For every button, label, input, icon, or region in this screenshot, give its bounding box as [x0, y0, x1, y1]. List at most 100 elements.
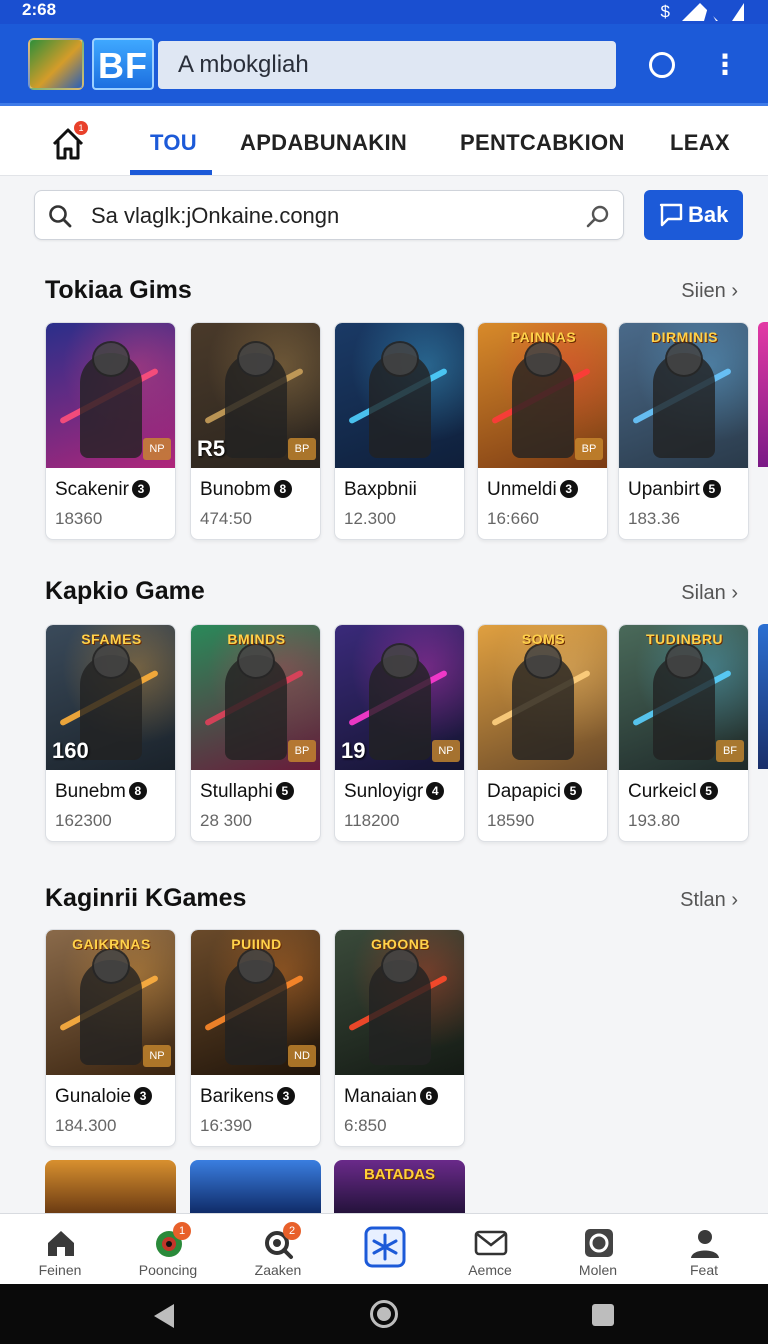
card-peek-edge[interactable]	[758, 322, 768, 467]
tab-tou[interactable]: TOU	[150, 130, 197, 156]
game-card[interactable]: BMINDS BP Stullaphi 5 28 300	[190, 624, 321, 842]
card-peek[interactable]	[45, 1160, 176, 1214]
nav-item-camera[interactable]: Molen	[543, 1214, 653, 1285]
game-card-artwork: GAIKRNAS NP	[46, 930, 175, 1075]
game-card[interactable]: SOMS Dapapici 5 18590	[477, 624, 608, 842]
game-card[interactable]: GЮONB Manaian 6 6:850	[334, 929, 465, 1147]
game-card-count: 193.80	[628, 811, 680, 830]
game-card-rank-badge: 3	[131, 480, 150, 498]
game-card-artwork: 19 NP	[335, 625, 464, 770]
game-card-artwork: R5 BP	[191, 323, 320, 468]
game-card-corner-label: R5	[197, 436, 226, 461]
game-card[interactable]: Baxpbnii 12.300	[334, 322, 465, 540]
search-submit-icon[interactable]	[585, 203, 611, 229]
star-icon	[364, 1226, 406, 1268]
nav-item-profile[interactable]: Feat	[649, 1214, 759, 1285]
search-icon	[49, 205, 72, 228]
nav-item-mail[interactable]: Aemce	[435, 1214, 545, 1285]
game-card-title-row: Baxpbnii	[344, 479, 417, 501]
card-peek-edge[interactable]	[758, 624, 768, 769]
game-card-tag: NP	[432, 740, 460, 762]
game-card-artwork	[335, 323, 464, 468]
game-card-banner: GЮONB	[371, 936, 430, 952]
card-peek[interactable]	[190, 1160, 321, 1214]
system-back-icon[interactable]	[154, 1304, 174, 1328]
search-field[interactable]: Sa vlaglk:jOnkaine.congn	[34, 190, 624, 240]
game-card-title: Bunobm	[200, 479, 271, 500]
app-thumbnail[interactable]	[28, 38, 84, 90]
game-card[interactable]: GAIKRNAS NP Gunaloie 3 184.300	[45, 929, 176, 1147]
game-card-banner: SFAMES	[81, 631, 142, 647]
game-card[interactable]: NP Scakenir 3 18360	[45, 322, 176, 540]
game-card[interactable]: DIRMINIS Upanbirt 5 183.36	[618, 322, 749, 540]
app-title-field[interactable]: A mbokgliah	[158, 41, 616, 89]
back-button[interactable]: Bak	[644, 190, 743, 240]
game-card-rank-badge: 6	[419, 1087, 438, 1105]
game-card-banner: TUDINBRU	[645, 631, 724, 647]
game-card-title-row: Scakenir 3	[55, 479, 150, 501]
section-see-all-2[interactable]: Silan ›	[681, 582, 738, 605]
nav-label: Pooncing	[138, 1262, 198, 1278]
game-card-corner-label: 19	[341, 738, 366, 763]
game-card-banner: GAIKRNAS	[72, 936, 151, 952]
game-card-count: 118200	[344, 811, 400, 830]
game-card-rank-badge: 5	[699, 782, 718, 800]
section-link-label: Stlan	[680, 889, 726, 911]
card-row-1: NP Scakenir 3 18360 R5 BP Bunobm 8 474:50 Baxpbni…	[45, 322, 768, 552]
game-card[interactable]: R5 BP Bunobm 8 474:50	[190, 322, 321, 540]
game-card[interactable]: PUIIND ND Barikens 3 16:390	[190, 929, 321, 1147]
nav-item-home[interactable]: Feinen	[5, 1214, 115, 1285]
game-card[interactable]: 19 NP Sunloyigr 4 118200	[334, 624, 465, 842]
tab-home-badge: 1	[74, 121, 88, 135]
profile-icon	[688, 1226, 722, 1260]
game-card-artwork: SOMS	[478, 625, 607, 770]
tab-leax[interactable]: LEAX	[670, 130, 730, 156]
game-card-artwork: NP	[46, 323, 175, 468]
game-card-count: 6:850	[344, 1116, 387, 1135]
game-card-count: 16:390	[200, 1116, 252, 1135]
game-card[interactable]: PAINNAS BP Unmeldi 3 16:660	[477, 322, 608, 540]
nav-label: Zaaken	[254, 1262, 302, 1278]
game-card-title: Scakenir	[55, 479, 129, 500]
game-card-title-row: Dapapici 5	[487, 781, 582, 803]
nav-item-star[interactable]	[330, 1214, 440, 1285]
chat-bubble-icon	[659, 203, 683, 227]
card-peek[interactable]: BATADAS	[334, 1160, 465, 1214]
game-card-count: 28 300	[200, 811, 252, 830]
peek-banner: BATADAS	[363, 1166, 436, 1183]
game-card[interactable]: TUDINBRU BF Curkeicl 5 193.80	[618, 624, 749, 842]
tab-apdabunakin[interactable]: APDABUNAKIN	[240, 130, 407, 156]
game-card[interactable]: SFAMES 160 Bunebm 8 162300	[45, 624, 176, 842]
help-button[interactable]	[643, 46, 681, 84]
game-card-title-row: Stullaphi 5	[200, 781, 294, 803]
chevron-right-icon: ›	[731, 280, 738, 302]
nav-label: Aemce	[468, 1262, 512, 1278]
game-card-tag: BF	[716, 740, 744, 762]
status-time: 2:68	[22, 0, 57, 19]
tab-bar: 1 TOU APDABUNAKIN PENTCABKION LEAX	[0, 106, 768, 176]
game-card-title-row: Unmeldi 3	[487, 479, 578, 501]
nav-label: Molen	[578, 1262, 618, 1278]
nav-item-game-controller[interactable]: 1 Pooncing	[113, 1214, 223, 1285]
game-card-tag: BP	[288, 740, 316, 762]
game-card-title: Sunloyigr	[344, 781, 424, 802]
tab-pentcabkion[interactable]: PENTCABKION	[460, 130, 625, 156]
nav-item-search-badge[interactable]: 2 Zaaken	[223, 1214, 333, 1285]
chevron-right-icon: ›	[731, 889, 738, 911]
game-card-count: 183.36	[628, 509, 680, 528]
game-card-artwork: DIRMINIS	[619, 323, 748, 468]
home-icon	[44, 1226, 78, 1260]
status-icons: $	[661, 2, 746, 22]
bottom-navigation: Feinen 1 Pooncing 2 Zaaken Aemce Molen Feat	[0, 1213, 768, 1284]
section-see-all-3[interactable]: Stlan ›	[680, 889, 738, 912]
game-card-artwork: TUDINBRU BF	[619, 625, 748, 770]
system-recents-icon[interactable]	[592, 1304, 614, 1326]
search-input[interactable]: Sa vlaglk:jOnkaine.congn	[91, 191, 339, 241]
section-see-all-1[interactable]: Siien ›	[681, 280, 738, 303]
game-card-title: Barikens	[200, 1086, 274, 1107]
system-home-icon[interactable]	[370, 1300, 398, 1328]
game-card-title: Upanbirt	[628, 479, 700, 500]
game-card-title: Unmeldi	[487, 479, 557, 500]
overflow-menu-button[interactable]: ⋮	[706, 46, 744, 84]
game-card-title: Baxpbnii	[344, 479, 417, 500]
